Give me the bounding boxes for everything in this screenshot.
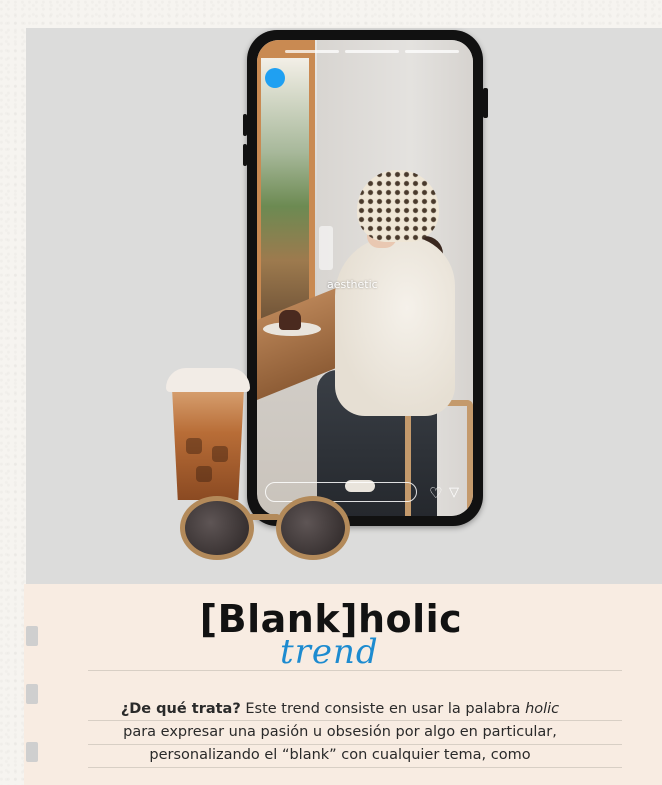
story-progress [285,50,459,53]
story-progress-segment [285,50,339,53]
headscarf [357,170,439,242]
binder-mark [26,684,38,704]
sunglasses-bridge [248,514,280,520]
phone-side-button [243,114,247,136]
profile-avatar[interactable] [265,68,285,88]
holic-word: holic [525,701,560,717]
window [257,40,315,340]
ruled-line [88,767,622,768]
phone-mockup: aesthetic ♡ ▽ [243,30,488,526]
story-sticker-text: aesthetic [327,278,378,291]
water-glass [319,226,333,270]
description-line: ¿De qué trata? Este trend consiste en us… [70,698,610,721]
coffee-foam [166,368,250,392]
description-paragraph: ¿De qué trata? Este trend consiste en us… [70,698,610,767]
phone-power-button [483,88,488,118]
phone-side-button [243,144,247,166]
cake [279,310,301,330]
question-label: ¿De qué trata? [120,701,241,717]
send-icon[interactable]: ▽ [449,484,465,502]
sunglasses [178,492,350,560]
person-coat [335,236,455,416]
story-progress-segment [405,50,459,53]
sunglasses-lens [276,496,350,560]
iced-coffee [166,368,250,500]
sunglasses-lens [180,496,254,560]
binder-mark [26,742,38,762]
story-screen[interactable]: aesthetic ♡ ▽ [257,40,473,516]
heart-icon[interactable]: ♡ [429,484,445,502]
story-progress-segment [345,50,399,53]
ruled-line [88,670,622,671]
coffee-cup [172,388,244,500]
description-line: para expresar una pasión u obsesión por … [123,724,557,740]
subtitle-script: trend [280,632,379,672]
description-line: personalizando el “blank” con cualquier … [149,747,531,763]
description-text: Este trend consiste en usar la palabra [240,701,526,717]
